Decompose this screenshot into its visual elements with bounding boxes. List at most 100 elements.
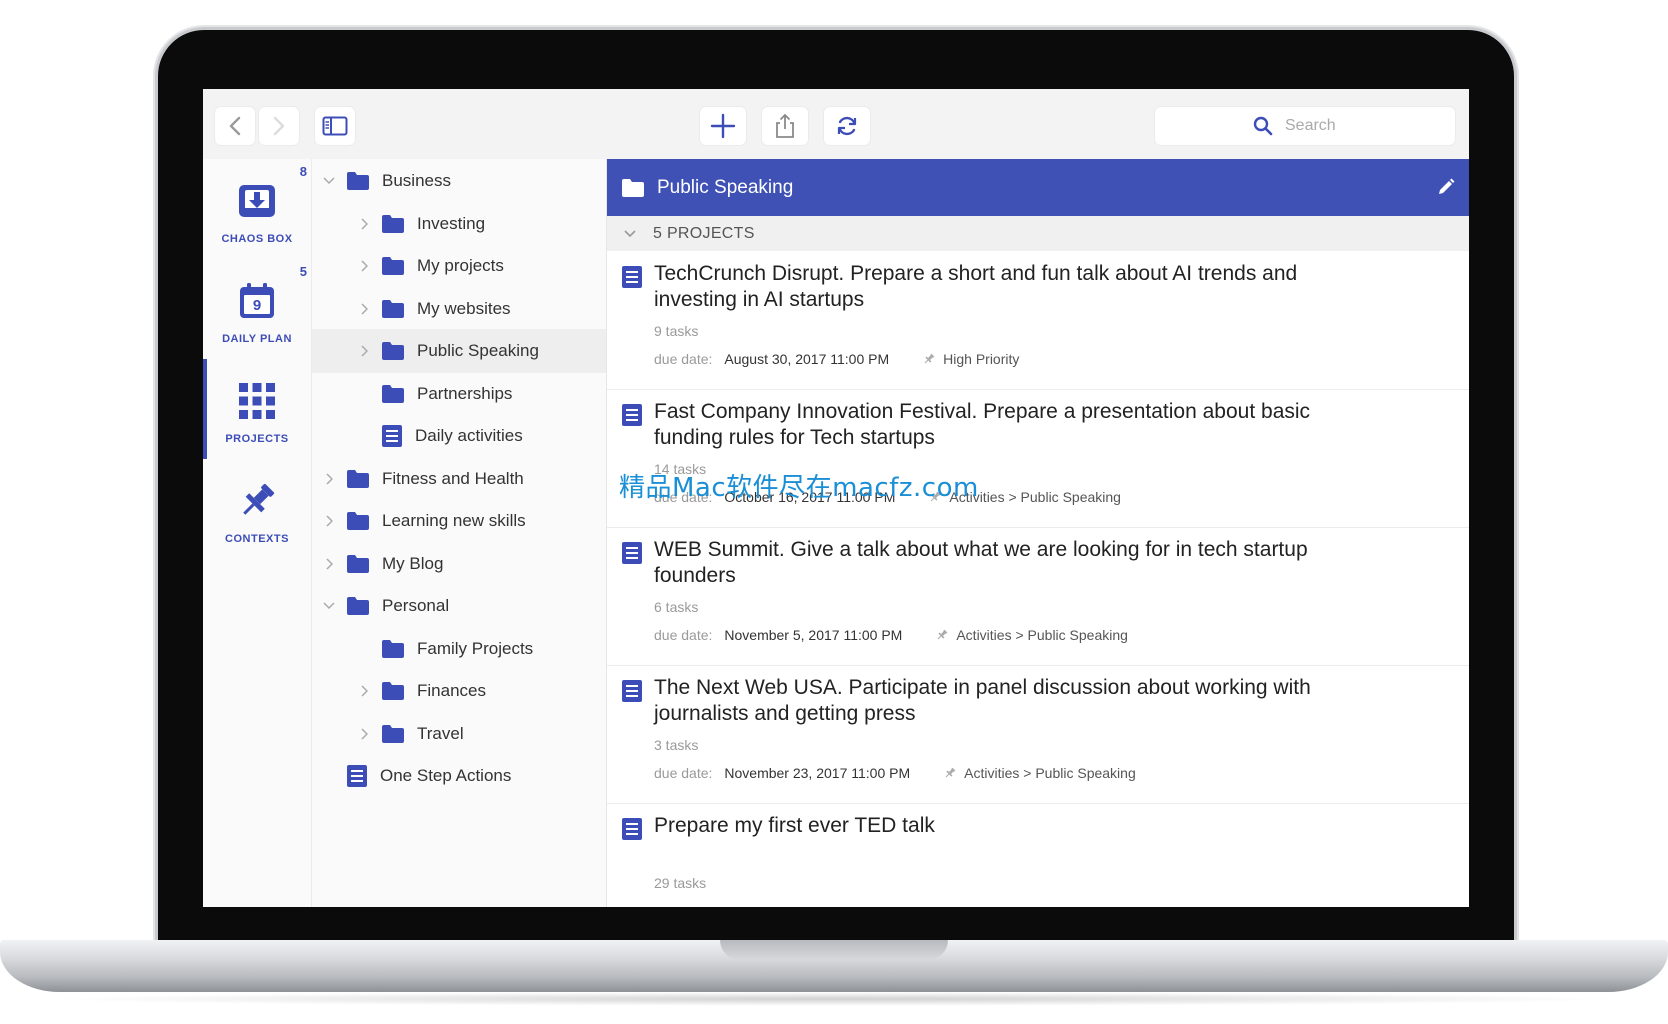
chevron-right-icon[interactable] <box>357 684 371 698</box>
nav-contexts[interactable]: CONTEXTS <box>203 459 311 559</box>
grid-icon <box>239 383 275 419</box>
project-meta: due date: August 30, 2017 11:00 PM High Pr… <box>654 351 1019 367</box>
tree-item-label: Daily activities <box>415 426 523 445</box>
folder-icon <box>381 299 405 319</box>
project-tree: Business Investing My projects My websites P… <box>312 159 607 907</box>
tree-item-label: Finances <box>417 681 486 700</box>
folder-icon <box>346 511 370 531</box>
document-icon <box>621 679 643 708</box>
list-header: Public Speaking <box>607 159 1469 216</box>
tree-item[interactable]: Learning new skills <box>312 499 606 543</box>
chevron-down-icon <box>623 227 637 241</box>
sync-button[interactable] <box>824 107 870 145</box>
project-card[interactable]: Fast Company Innovation Festival. Prepar… <box>607 389 1469 528</box>
chevron-right-icon[interactable] <box>357 302 371 316</box>
chevron-right-icon[interactable] <box>357 344 371 358</box>
nav-daily-plan[interactable]: 5 9 DAILY PLAN <box>203 259 311 359</box>
tree-item-label: Partnerships <box>417 383 513 403</box>
tree-item[interactable]: Investing <box>312 202 606 246</box>
pin-icon <box>923 353 935 365</box>
tree-item-label: Public Speaking <box>417 341 539 360</box>
sync-icon <box>837 116 857 136</box>
pencil-icon[interactable] <box>1437 178 1455 196</box>
nav-projects[interactable]: PROJECTS <box>203 359 311 459</box>
due-date: November 5, 2017 11:00 PM <box>724 627 903 643</box>
project-title: Prepare my first ever TED talk <box>654 814 935 837</box>
due-date: August 30, 2017 11:00 PM <box>724 351 890 367</box>
folder-icon <box>381 639 405 659</box>
search-field[interactable] <box>1155 107 1455 145</box>
document-icon <box>346 764 368 788</box>
chevron-right-icon[interactable] <box>322 557 336 571</box>
document-icon <box>621 817 643 846</box>
chevron-right-icon[interactable] <box>357 217 371 231</box>
folder-icon <box>346 554 370 574</box>
search-input[interactable] <box>1283 116 1357 136</box>
document-icon <box>621 265 643 294</box>
task-count: 29 tasks <box>654 875 707 891</box>
nav-chaos-box[interactable]: 8 CHAOS BOX <box>203 159 311 259</box>
back-button[interactable] <box>215 107 255 145</box>
tree-item-label: My projects <box>417 256 504 275</box>
project-card[interactable]: The Next Web USA. Participate in panel d… <box>607 665 1469 804</box>
project-card[interactable]: Prepare my first ever TED talk 29 tasks <box>607 803 1469 907</box>
tree-item[interactable]: Finances <box>312 669 606 713</box>
tree-item-label: Fitness and Health <box>382 468 524 488</box>
folder-icon <box>381 214 405 234</box>
tree-item[interactable]: One Step Actions <box>312 754 606 798</box>
tree-item[interactable]: Fitness and Health <box>312 457 606 501</box>
folder-icon <box>381 724 405 744</box>
nav-label: DAILY PLAN <box>222 333 292 345</box>
document-icon <box>621 541 643 570</box>
chevron-down-icon[interactable] <box>322 599 336 613</box>
project-title: WEB Summit. Give a talk about what we ar… <box>654 538 1308 587</box>
tree-item[interactable]: My Blog <box>312 542 606 586</box>
sidebar-toggle-icon <box>322 116 348 136</box>
plus-icon <box>710 113 736 139</box>
pin-icon <box>243 483 275 515</box>
tree-item-label: Travel <box>417 723 464 743</box>
share-button[interactable] <box>762 107 808 145</box>
tree-item[interactable]: Travel <box>312 712 606 756</box>
due-date: November 23, 2017 11:00 PM <box>724 765 911 781</box>
chevron-down-icon[interactable] <box>322 174 336 188</box>
folder-icon <box>381 256 405 276</box>
laptop-shadow <box>40 992 1628 1006</box>
daily-plan-badge: 5 <box>299 264 307 279</box>
tree-item[interactable]: Partnerships <box>312 372 606 416</box>
chevron-right-icon[interactable] <box>357 727 371 741</box>
projects-count-row[interactable]: 5 PROJECTS <box>607 216 1469 251</box>
nav-label: CONTEXTS <box>225 533 289 545</box>
sidebar-toggle-button[interactable] <box>315 107 355 145</box>
tree-item-label: My Blog <box>382 553 444 573</box>
add-button[interactable] <box>700 107 746 145</box>
project-meta: due date: November 5, 2017 11:00 PM Activi… <box>654 627 1128 643</box>
tree-item[interactable]: Family Projects <box>312 627 606 671</box>
laptop-notch <box>720 940 948 960</box>
tree-item-label: Family Projects <box>417 638 534 658</box>
project-context: High Priority <box>943 351 1020 367</box>
chevron-right-icon[interactable] <box>357 259 371 273</box>
nav-label: CHAOS BOX <box>221 233 293 245</box>
due-date-label: due date: <box>654 351 713 367</box>
tree-item[interactable]: Personal <box>312 584 606 628</box>
project-card[interactable]: TechCrunch Disrupt. Prepare a short and … <box>607 251 1469 390</box>
chevron-right-icon[interactable] <box>322 472 336 486</box>
tree-item[interactable]: Public Speaking <box>312 329 606 373</box>
tree-item[interactable]: Business <box>312 159 606 203</box>
forward-button[interactable] <box>259 107 299 145</box>
tree-item[interactable]: My websites <box>312 287 606 331</box>
tree-item[interactable]: Daily activities <box>312 414 606 458</box>
folder-icon <box>381 341 405 361</box>
list-header-title: Public Speaking <box>657 176 794 198</box>
search-icon <box>1253 116 1273 136</box>
folder-icon <box>346 469 370 489</box>
chevron-right-icon[interactable] <box>322 514 336 528</box>
tree-item-label: Business <box>382 171 451 190</box>
inbox-download-icon <box>239 185 275 217</box>
project-card[interactable]: WEB Summit. Give a talk about what we ar… <box>607 527 1469 666</box>
pin-icon <box>936 629 948 641</box>
tree-item[interactable]: My projects <box>312 244 606 288</box>
